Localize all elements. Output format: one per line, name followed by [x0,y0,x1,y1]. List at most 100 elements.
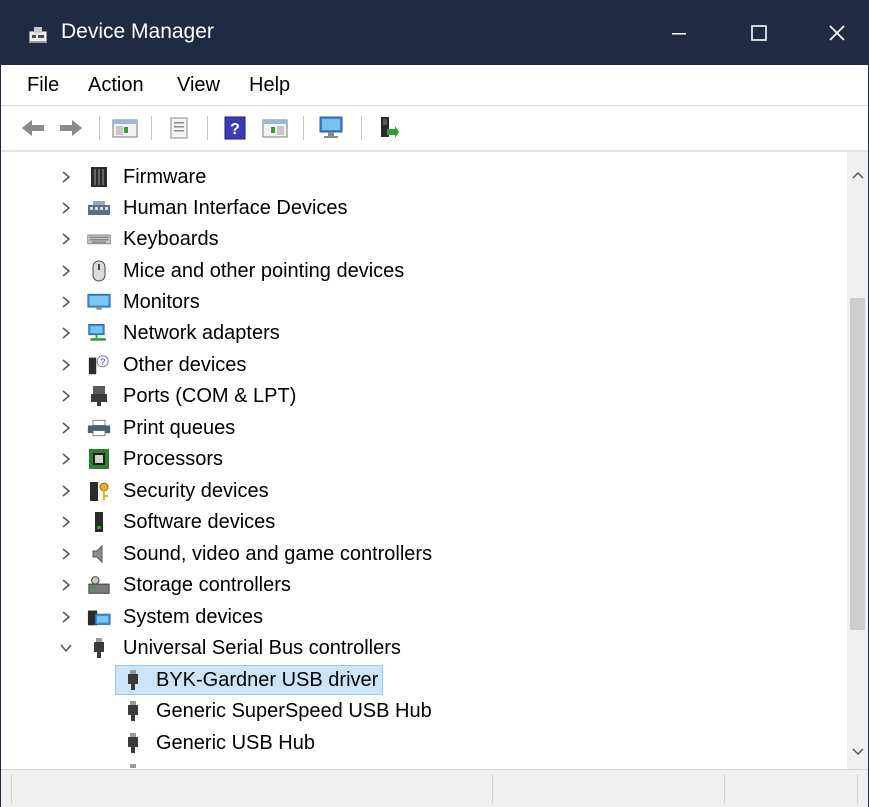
usb-device-icon [128,670,138,690]
update-driver-button[interactable] [373,115,401,141]
usb-device-icon [128,733,138,753]
status-pane-secondary [492,774,725,804]
tree-item-system-devices[interactable]: System devices [1,602,847,632]
speaker-icon [92,544,103,564]
chevron-right-icon[interactable] [59,293,73,311]
chevron-right-icon[interactable] [59,482,73,500]
chevron-right-icon[interactable] [59,608,73,626]
menu-action[interactable]: Action [88,73,144,97]
chevron-right-icon[interactable] [59,576,73,594]
tree-item-firmware[interactable]: Firmware [1,162,847,192]
tree-item-mice[interactable]: Mice and other pointing devices [1,256,847,286]
unknown-device-icon: ? [88,355,109,375]
device-manager-window: Device Manager File Action View Help ? F… [0,0,869,807]
action-pane-icon [262,119,288,138]
chevron-right-icon[interactable] [59,545,73,563]
chevron-right-icon[interactable] [59,262,73,280]
keyboard-icon [87,234,111,245]
tree-item-label: Mice and other pointing devices [123,260,405,282]
tree-item-usb-controllers[interactable]: Universal Serial Bus controllers [1,633,847,663]
properties-icon [170,117,188,139]
tree-item-label: Print queues [123,417,236,439]
forward-arrow-icon [60,120,82,136]
tree-item-label: Keyboards [123,228,219,250]
chevron-right-icon[interactable] [59,356,73,374]
menu-bar: File Action View Help [1,65,868,106]
tree-item-software-devices[interactable]: Software devices [1,507,847,537]
scrollbar-thumb[interactable] [850,298,865,630]
back-button[interactable] [19,115,47,141]
software-device-icon [95,512,103,532]
maximize-icon [751,25,767,41]
tree-item-generic-usb-hub[interactable]: Generic USB Hub [1,728,847,758]
tree-item-security-devices[interactable]: Security devices [1,476,847,506]
title-bar[interactable]: Device Manager [1,1,868,65]
properties-button[interactable] [165,115,193,141]
chevron-up-icon [851,171,864,179]
usb-icon [94,638,104,658]
show-hide-console-tree-button[interactable] [111,115,139,141]
mouse-icon [92,260,106,282]
tree-item-human-interface-devices[interactable]: Human Interface Devices [1,193,847,223]
status-pane-main [11,774,493,804]
chevron-right-icon[interactable] [59,230,73,248]
tree-item-label: Network adapters [123,322,280,344]
scroll-down-button[interactable] [847,739,868,765]
help-button[interactable]: ? [221,115,249,141]
chevron-right-icon[interactable] [59,324,73,342]
minimize-button[interactable] [643,1,715,65]
tree-item-sound-video-game[interactable]: Sound, video and game controllers [1,539,847,569]
tree-item-label: System devices [123,606,264,628]
security-device-icon [90,482,109,501]
chevron-down-icon [851,748,864,756]
minimize-icon [672,33,686,35]
chevron-right-icon[interactable] [59,450,73,468]
tree-item-label: Generic USB Hub [156,732,315,754]
tree-item-storage-controllers[interactable]: Storage controllers [1,570,847,600]
device-manager-app-icon [27,23,49,45]
scan-hardware-button[interactable] [317,115,345,141]
close-button[interactable] [801,1,869,65]
maximize-button[interactable] [723,1,795,65]
chevron-right-icon[interactable] [59,199,73,217]
tree-item-label: Generic SuperSpeed USB Hub [156,700,432,722]
tree-item-label: BYK-Gardner USB driver [156,669,379,691]
tree-item-partially-visible[interactable] [1,759,847,769]
tree-item-label: Sound, video and game controllers [123,543,433,565]
menu-view[interactable]: View [177,73,220,97]
toolbar-separator [303,116,304,140]
network-adapter-icon [88,324,106,341]
vertical-scrollbar[interactable] [847,152,868,769]
chevron-right-icon[interactable] [59,419,73,437]
tree-item-monitors[interactable]: Monitors [1,287,847,317]
tree-item-ports[interactable]: Ports (COM & LPT) [1,381,847,411]
toolbar-separator [151,116,152,140]
chevron-right-icon[interactable] [59,387,73,405]
tree-item-print-queues[interactable]: Print queues [1,413,847,443]
scroll-up-button[interactable] [847,162,868,188]
device-tree[interactable]: Firmware Human Interface Devices Keyboar… [1,152,847,769]
chevron-down-icon[interactable] [59,639,73,657]
menu-file[interactable]: File [27,73,59,97]
help-icon: ? [224,116,246,140]
tree-item-generic-superspeed-usb-hub[interactable]: Generic SuperSpeed USB Hub [1,696,847,726]
monitor-icon [87,293,111,310]
system-device-icon [87,610,111,626]
menu-help[interactable]: Help [249,73,290,97]
storage-controller-icon [88,576,110,594]
scan-hardware-icon [319,116,343,138]
tree-item-processors[interactable]: Processors [1,444,847,474]
action-pane-button[interactable] [261,115,289,141]
tree-item-keyboards[interactable]: Keyboards [1,224,847,254]
port-icon [91,386,107,406]
tree-item-label: Human Interface Devices [123,197,348,219]
chevron-right-icon[interactable] [59,168,73,186]
tree-item-byk-gardner-usb-driver[interactable]: BYK-Gardner USB driver [1,665,847,695]
chevron-right-icon[interactable] [59,513,73,531]
forward-button[interactable] [57,115,85,141]
tree-item-network-adapters[interactable]: Network adapters [1,318,847,348]
printer-icon [87,419,111,437]
tree-item-other-devices[interactable]: ? Other devices [1,350,847,380]
toolbar-separator [207,116,208,140]
tree-item-label: Firmware [123,166,207,188]
